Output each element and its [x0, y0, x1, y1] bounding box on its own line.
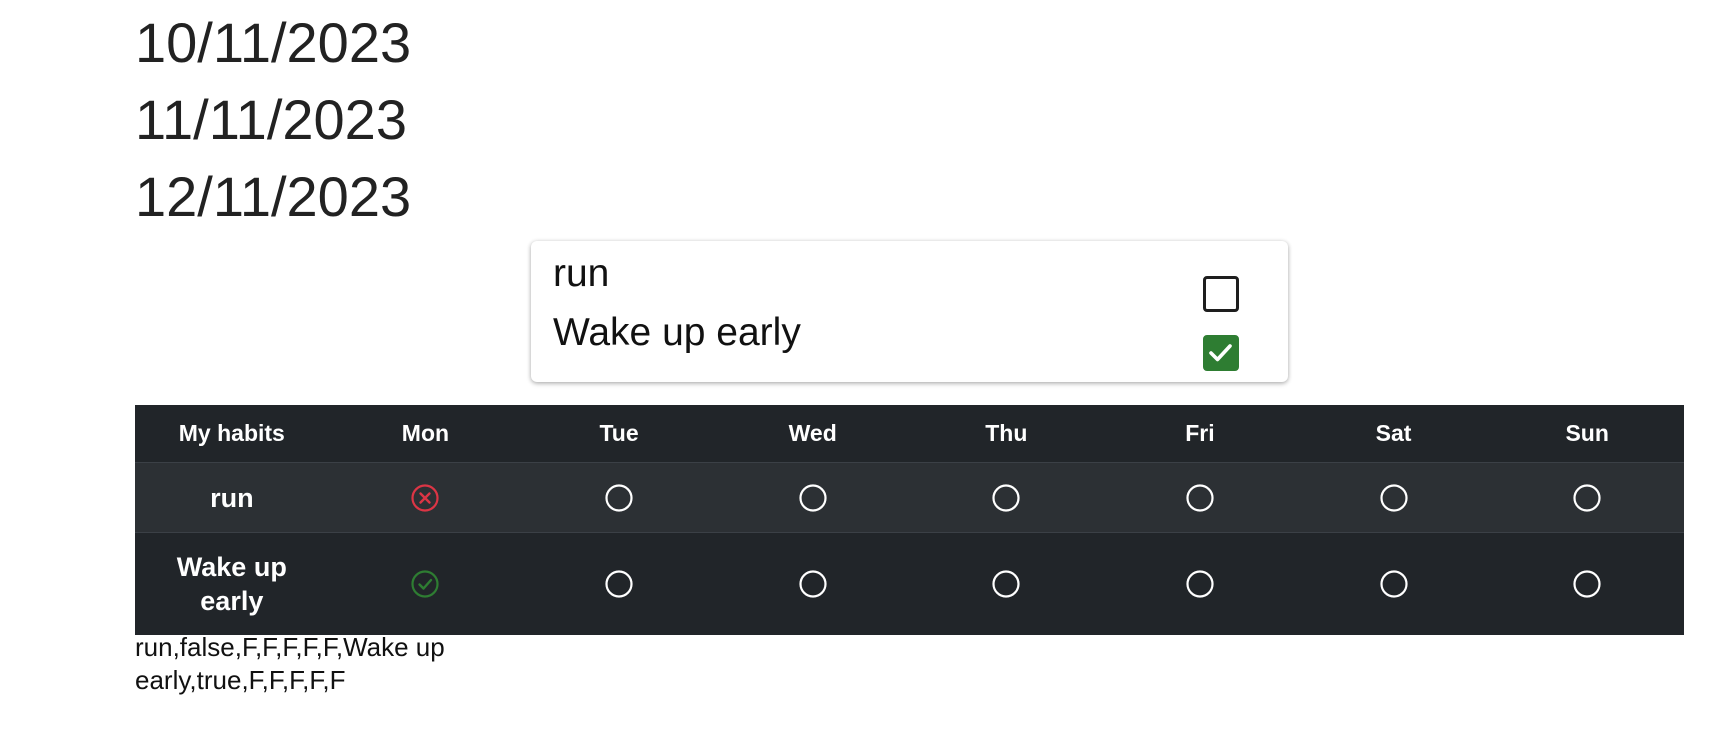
day-cell [909, 462, 1104, 533]
empty-circle-icon[interactable] [604, 483, 634, 513]
column-header-fri: Fri [1103, 405, 1297, 463]
daily-habit-row-wake-up-early: Wake up early [553, 308, 1288, 371]
day-cell [522, 532, 716, 635]
day-cell [1296, 462, 1491, 533]
table-row: run [135, 462, 1684, 533]
day-cell [1490, 462, 1684, 533]
check-circle-icon[interactable] [410, 569, 440, 599]
date-item: 12/11/2023 [135, 165, 412, 228]
day-cell [715, 532, 910, 635]
day-cell [1103, 532, 1297, 635]
day-cell [1490, 532, 1684, 635]
empty-circle-icon[interactable] [798, 569, 828, 599]
empty-circle-icon[interactable] [991, 483, 1021, 513]
column-header-sun: Sun [1490, 405, 1684, 463]
daily-habit-card: run Wake up early [531, 241, 1288, 382]
date-item: 10/11/2023 [135, 11, 412, 74]
daily-habit-label: run [553, 252, 610, 295]
weekly-habit-table: My habits Mon Tue Wed Thu Fri Sat Sun ru… [135, 405, 1684, 635]
daily-habit-label: Wake up early [553, 311, 801, 354]
wake-up-early-checkbox[interactable] [1203, 335, 1239, 371]
empty-circle-icon[interactable] [1379, 483, 1409, 513]
empty-circle-icon[interactable] [1185, 483, 1215, 513]
csv-output-text: run,false,F,F,F,F,F,Wake up early,true,F… [135, 632, 445, 695]
date-item: 11/11/2023 [135, 88, 407, 151]
run-checkbox[interactable] [1203, 276, 1239, 312]
empty-circle-icon[interactable] [1379, 569, 1409, 599]
column-header-mon: Mon [328, 405, 523, 463]
column-header-sat: Sat [1296, 405, 1491, 463]
empty-circle-icon[interactable] [1572, 483, 1602, 513]
habit-name: run [210, 482, 254, 513]
day-cell [522, 462, 716, 533]
habit-name: Wake up early [176, 552, 287, 616]
day-cell [328, 532, 523, 635]
date-list: 10/11/2023 11/11/2023 12/11/2023 [135, 4, 411, 235]
column-header-wed: Wed [715, 405, 910, 463]
empty-circle-icon[interactable] [1572, 569, 1602, 599]
day-cell [1296, 532, 1491, 635]
day-cell [1103, 462, 1297, 533]
table-header-row: My habits Mon Tue Wed Thu Fri Sat Sun [135, 405, 1684, 463]
day-cell [715, 462, 910, 533]
habit-cell: Wake up early [135, 532, 329, 635]
column-header-my-habits: My habits [135, 405, 329, 463]
empty-circle-icon[interactable] [1185, 569, 1215, 599]
weekly-habit-table-container: My habits Mon Tue Wed Thu Fri Sat Sun ru… [135, 405, 1684, 635]
column-header-tue: Tue [522, 405, 716, 463]
empty-circle-icon[interactable] [991, 569, 1021, 599]
column-header-thu: Thu [909, 405, 1104, 463]
day-cell [328, 462, 523, 533]
day-cell [909, 532, 1104, 635]
empty-circle-icon[interactable] [798, 483, 828, 513]
empty-circle-icon[interactable] [604, 569, 634, 599]
daily-habit-row-run: run [553, 249, 1288, 312]
checkmark-icon [1209, 344, 1232, 362]
x-circle-icon[interactable] [410, 483, 440, 513]
table-row: Wake up early [135, 532, 1684, 635]
habit-cell: run [135, 462, 329, 533]
